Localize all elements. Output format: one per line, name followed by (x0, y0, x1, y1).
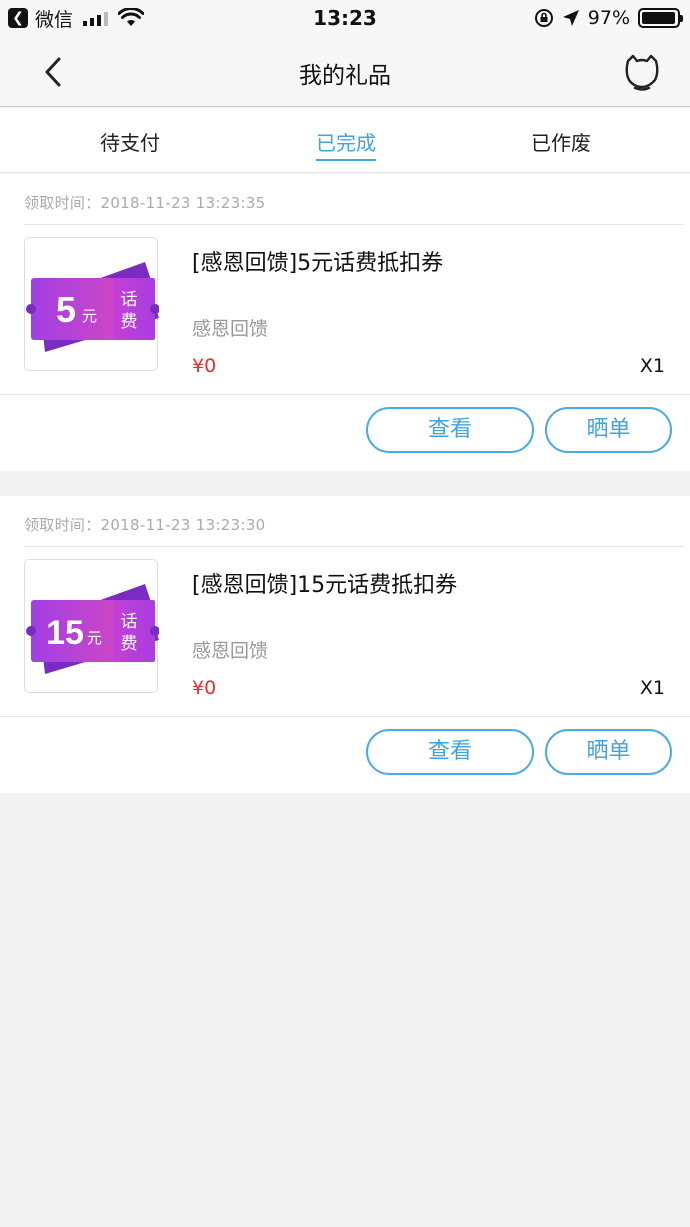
share-order-button[interactable]: 晒单 (545, 729, 672, 775)
item-title[interactable]: [感恩回馈]15元话费抵扣券 (192, 567, 457, 599)
coupon-unit: 元 (87, 629, 102, 647)
battery-level (642, 12, 675, 24)
divider (24, 546, 684, 547)
coupon-image: 5 元 话 费 (26, 262, 160, 352)
item-brand: 感恩回馈 (192, 318, 269, 340)
coupon-label: 话 (121, 612, 138, 632)
coupon-thumbnail[interactable]: 15 元 话 费 (24, 559, 160, 693)
tab-voided[interactable]: 已作废 (501, 127, 621, 156)
orientation-lock-icon (534, 9, 553, 27)
status-tabs: 待支付 已完成 已作废 (0, 108, 690, 173)
coupon-label: 话 (121, 290, 138, 310)
coupon-amount: 15 (46, 614, 84, 652)
battery-icon (638, 8, 683, 28)
item-price: ¥0 (192, 355, 217, 377)
item-price: ¥0 (192, 677, 217, 699)
location-icon (562, 10, 579, 26)
page-title: 我的礼品 (299, 63, 391, 89)
item-quantity: X1 (639, 677, 665, 699)
divider (0, 394, 690, 395)
item-quantity: X1 (639, 355, 665, 377)
coupon-amount: 5 (56, 289, 76, 330)
nav-bar: 我的礼品 (0, 36, 690, 107)
tab-pending-payment[interactable]: 待支付 (70, 127, 190, 156)
item-brand: 感恩回馈 (192, 640, 269, 662)
coupon-unit: 元 (82, 307, 97, 325)
order-card: 领取时间：2018-11-23 13:23:30 15 元 话 费 [感恩回馈]… (0, 496, 690, 793)
claim-time: 领取时间：2018-11-23 13:23:30 (24, 516, 266, 534)
view-button[interactable]: 查看 (366, 729, 534, 775)
status-right: 97% (534, 6, 683, 30)
tab-completed[interactable]: 已完成 (286, 127, 406, 161)
divider (24, 224, 684, 225)
coupon-label: 费 (121, 634, 138, 654)
claim-time: 领取时间：2018-11-23 13:23:35 (24, 194, 266, 212)
order-card: 领取时间：2018-11-23 13:23:35 5 元 话 费 [感恩回馈]5… (0, 174, 690, 471)
status-bar: ❮ 微信 13:23 97% (0, 0, 690, 36)
view-button[interactable]: 查看 (366, 407, 534, 453)
item-title[interactable]: [感恩回馈]5元话费抵扣券 (192, 245, 443, 277)
coupon-image: 15 元 话 费 (26, 584, 160, 674)
battery-percent: 97% (587, 7, 630, 29)
coupon-label: 费 (121, 312, 138, 332)
divider (0, 716, 690, 717)
cat-mascot-icon[interactable] (622, 52, 662, 92)
coupon-thumbnail[interactable]: 5 元 话 费 (24, 237, 160, 371)
share-order-button[interactable]: 晒单 (545, 407, 672, 453)
